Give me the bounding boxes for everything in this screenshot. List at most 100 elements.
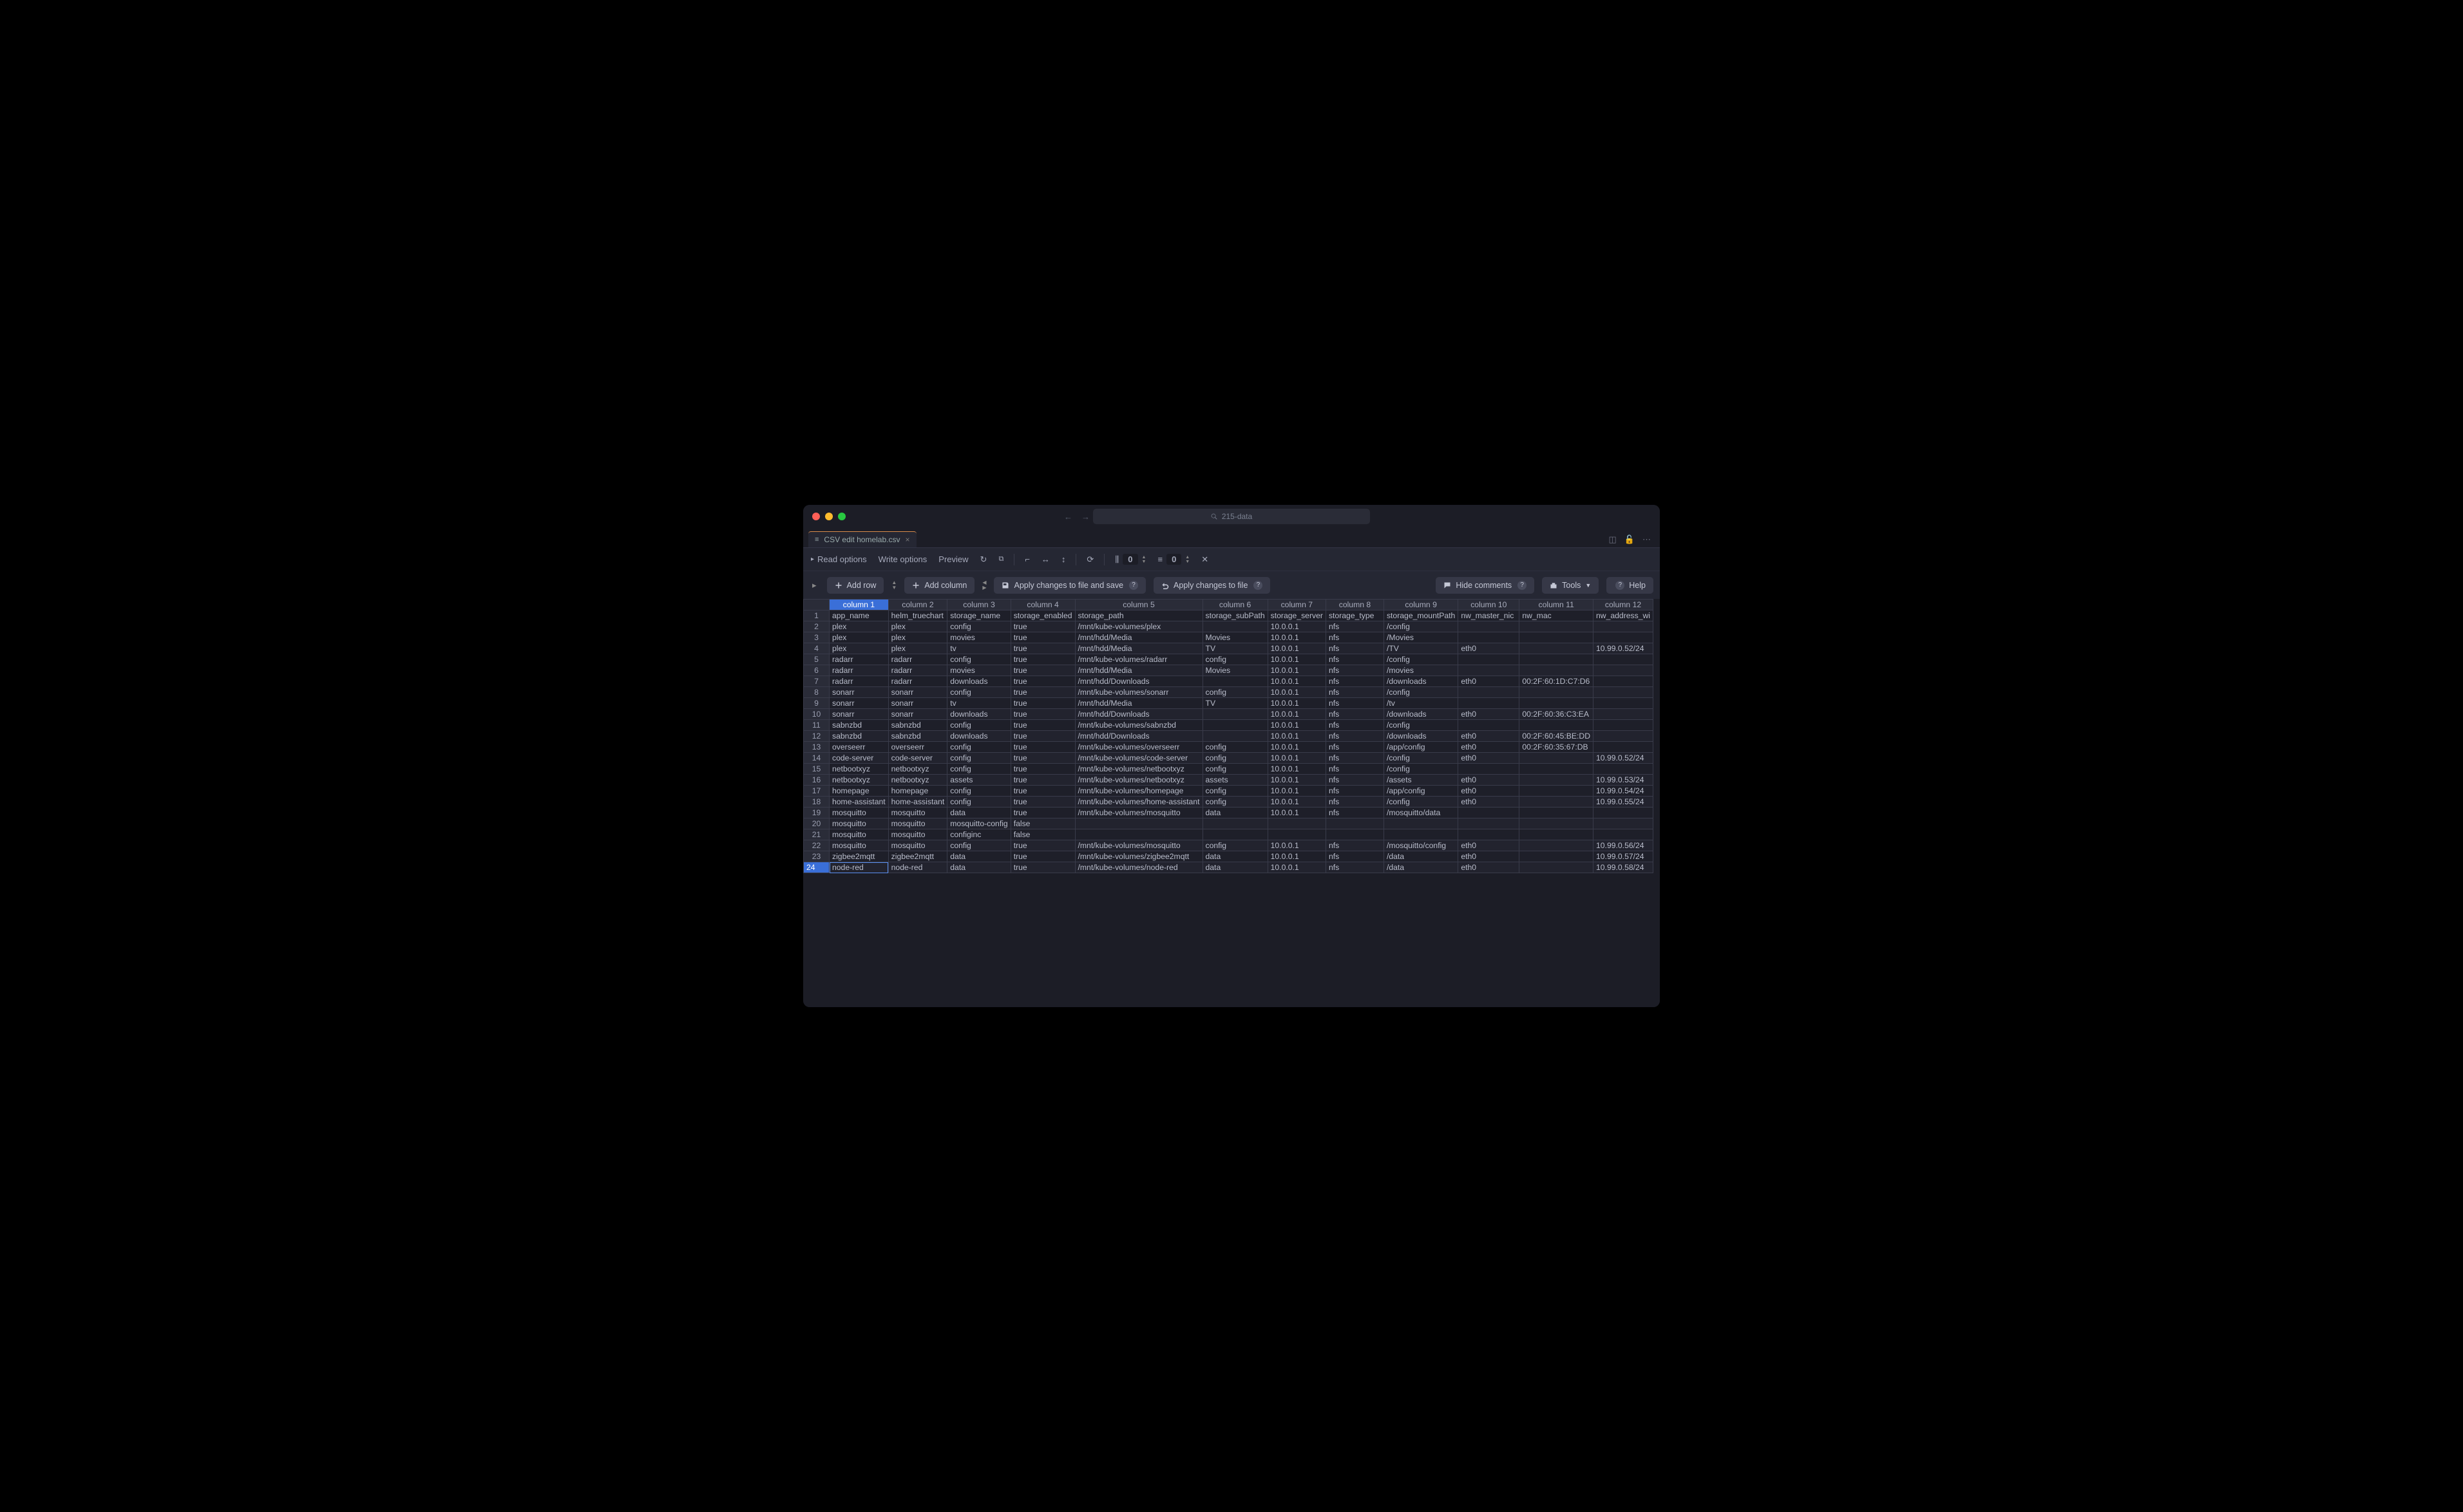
- cell[interactable]: [1203, 829, 1268, 840]
- cell[interactable]: [1519, 632, 1593, 643]
- cell[interactable]: nfs: [1326, 742, 1384, 753]
- row-number[interactable]: 11: [804, 720, 830, 731]
- cell[interactable]: true: [1011, 676, 1075, 687]
- cell[interactable]: nfs: [1326, 840, 1384, 851]
- cell[interactable]: 10.0.0.1: [1268, 687, 1326, 698]
- cell[interactable]: eth0: [1458, 643, 1519, 654]
- cell[interactable]: true: [1011, 720, 1075, 731]
- row-number[interactable]: 2: [804, 621, 830, 632]
- cell[interactable]: [1458, 720, 1519, 731]
- cell[interactable]: /app/config: [1384, 786, 1458, 797]
- help-badge-icon[interactable]: ?: [1129, 581, 1138, 590]
- cell[interactable]: true: [1011, 764, 1075, 775]
- cell[interactable]: true: [1011, 621, 1075, 632]
- cell[interactable]: /mnt/kube-volumes/zigbee2mqtt: [1075, 851, 1203, 862]
- cell[interactable]: [1458, 687, 1519, 698]
- cell[interactable]: 10.99.0.52/24: [1593, 753, 1653, 764]
- cell[interactable]: config: [1203, 753, 1268, 764]
- cell[interactable]: [1203, 621, 1268, 632]
- cell[interactable]: [1326, 818, 1384, 829]
- cell[interactable]: 10.0.0.1: [1268, 862, 1326, 873]
- cell[interactable]: 10.0.0.1: [1268, 786, 1326, 797]
- row-number[interactable]: 13: [804, 742, 830, 753]
- cell[interactable]: eth0: [1458, 786, 1519, 797]
- column-header[interactable]: column 9: [1384, 600, 1458, 610]
- cell[interactable]: mosquitto: [830, 829, 889, 840]
- column-header[interactable]: column 6: [1203, 600, 1268, 610]
- cell[interactable]: 10.0.0.1: [1268, 742, 1326, 753]
- add-column-button[interactable]: Add column: [904, 577, 975, 594]
- cell[interactable]: [1075, 818, 1203, 829]
- cell[interactable]: assets: [947, 775, 1011, 786]
- cell[interactable]: eth0: [1458, 775, 1519, 786]
- cell[interactable]: configinc: [947, 829, 1011, 840]
- cell[interactable]: home-assistant: [830, 797, 889, 808]
- cell[interactable]: overseerr: [830, 742, 889, 753]
- cell[interactable]: true: [1011, 709, 1075, 720]
- cell[interactable]: /mnt/kube-volumes/overseerr: [1075, 742, 1203, 753]
- cell[interactable]: 10.99.0.52/24: [1593, 643, 1653, 654]
- cell[interactable]: plex: [830, 643, 889, 654]
- cell[interactable]: [1593, 742, 1653, 753]
- cell[interactable]: 10.99.0.57/24: [1593, 851, 1653, 862]
- cell[interactable]: [1326, 829, 1384, 840]
- cell[interactable]: data: [1203, 862, 1268, 873]
- cell[interactable]: [1384, 818, 1458, 829]
- cell[interactable]: /data: [1384, 862, 1458, 873]
- row-number[interactable]: 14: [804, 753, 830, 764]
- cell[interactable]: nfs: [1326, 676, 1384, 687]
- cell[interactable]: [1593, 654, 1653, 665]
- column-header[interactable]: column 3: [947, 600, 1011, 610]
- cell[interactable]: config: [1203, 742, 1268, 753]
- cell[interactable]: /mnt/hdd/Media: [1075, 698, 1203, 709]
- copy-icon[interactable]: ⧉: [998, 555, 1003, 563]
- cell[interactable]: /mnt/kube-volumes/code-server: [1075, 753, 1203, 764]
- cell[interactable]: config: [1203, 764, 1268, 775]
- cell[interactable]: [1593, 621, 1653, 632]
- cell[interactable]: config: [947, 840, 1011, 851]
- cell[interactable]: config: [947, 720, 1011, 731]
- row-number[interactable]: 4: [804, 643, 830, 654]
- cell[interactable]: 10.0.0.1: [1268, 676, 1326, 687]
- cell[interactable]: /mnt/kube-volumes/radarr: [1075, 654, 1203, 665]
- cell[interactable]: node-red: [888, 862, 947, 873]
- cell[interactable]: [1203, 720, 1268, 731]
- cell[interactable]: config: [1203, 797, 1268, 808]
- minimize-window-button[interactable]: [825, 513, 833, 520]
- stepper-icon[interactable]: ▲▼: [1142, 555, 1146, 564]
- cell[interactable]: code-server: [830, 753, 889, 764]
- cell[interactable]: /assets: [1384, 775, 1458, 786]
- cell[interactable]: [1519, 764, 1593, 775]
- cell[interactable]: data: [947, 808, 1011, 818]
- column-width-control[interactable]: ⫼ 0 ▲▼: [1115, 554, 1146, 565]
- cell[interactable]: storage_type: [1326, 610, 1384, 621]
- cell[interactable]: 10.0.0.1: [1268, 621, 1326, 632]
- cell[interactable]: nfs: [1326, 862, 1384, 873]
- row-number[interactable]: 12: [804, 731, 830, 742]
- cell[interactable]: /config: [1384, 654, 1458, 665]
- cell[interactable]: 10.0.0.1: [1268, 753, 1326, 764]
- collapse-icon[interactable]: ▸: [810, 580, 819, 591]
- cell[interactable]: [1593, 632, 1653, 643]
- cell[interactable]: [1519, 665, 1593, 676]
- cell[interactable]: movies: [947, 665, 1011, 676]
- row-number[interactable]: 15: [804, 764, 830, 775]
- row-stepper[interactable]: ▲▼: [891, 580, 897, 591]
- cell[interactable]: 10.0.0.1: [1268, 808, 1326, 818]
- cell[interactable]: assets: [1203, 775, 1268, 786]
- refresh-icon[interactable]: ↻: [980, 554, 987, 565]
- cell[interactable]: /app/config: [1384, 742, 1458, 753]
- column-stepper[interactable]: ◀▶: [982, 580, 986, 591]
- cell[interactable]: nfs: [1326, 698, 1384, 709]
- cell[interactable]: [1593, 829, 1653, 840]
- cell[interactable]: 10.99.0.54/24: [1593, 786, 1653, 797]
- cell[interactable]: radarr: [888, 676, 947, 687]
- cell[interactable]: true: [1011, 665, 1075, 676]
- corner-cell[interactable]: [804, 600, 830, 610]
- cell[interactable]: 10.0.0.1: [1268, 764, 1326, 775]
- cell[interactable]: 10.0.0.1: [1268, 840, 1326, 851]
- cell[interactable]: nfs: [1326, 621, 1384, 632]
- cell[interactable]: [1458, 698, 1519, 709]
- cell[interactable]: true: [1011, 742, 1075, 753]
- cell[interactable]: [1519, 753, 1593, 764]
